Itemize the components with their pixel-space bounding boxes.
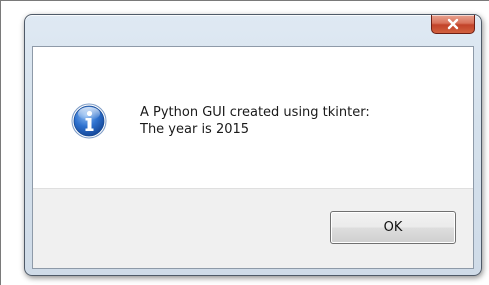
dialog-client-area: A Python GUI created using tkinter: The … [32, 46, 474, 269]
message-line-2: The year is 2015 [140, 122, 250, 137]
close-icon [447, 18, 459, 30]
message-box-window: A Python GUI created using tkinter: The … [24, 14, 482, 276]
message-text: A Python GUI created using tkinter: The … [140, 104, 370, 138]
information-icon [71, 103, 107, 139]
button-area: OK [33, 188, 473, 268]
message-line-1: A Python GUI created using tkinter: [140, 105, 370, 120]
ok-button[interactable]: OK [330, 211, 456, 244]
message-area: A Python GUI created using tkinter: The … [33, 47, 473, 188]
close-button[interactable] [431, 15, 475, 34]
title-bar[interactable] [25, 15, 481, 46]
